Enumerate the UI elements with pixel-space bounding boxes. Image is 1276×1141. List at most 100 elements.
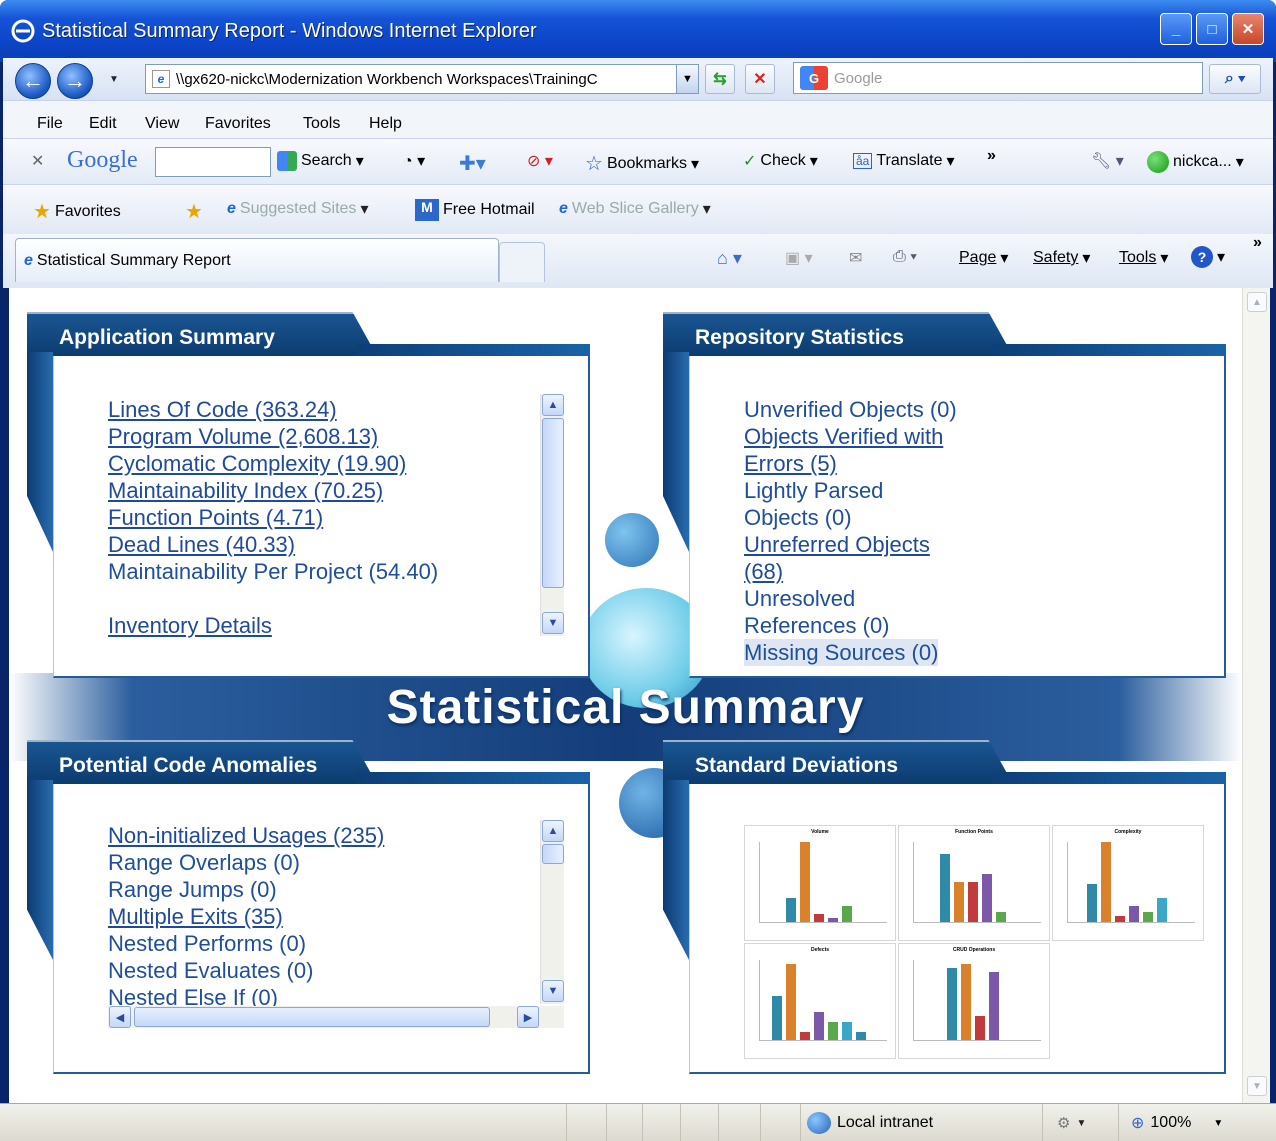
background-orb (605, 513, 659, 567)
menu-tools[interactable]: Tools (303, 115, 340, 133)
stop-button[interactable]: ✕ (745, 64, 775, 94)
favorites-button[interactable]: ★ Favorites (33, 199, 121, 224)
page-scroll-up-icon[interactable]: ▲ (1247, 292, 1267, 312)
maximize-button[interactable]: □ (1196, 13, 1228, 45)
tab-statistical-summary-report[interactable]: e Statistical Summary Report (15, 238, 499, 282)
menu-view[interactable]: View (145, 115, 179, 133)
scroll-down-icon[interactable]: ▼ (542, 612, 564, 634)
new-tab-button[interactable] (499, 242, 545, 282)
summary-item[interactable]: Program Volume (2,608.13) (108, 423, 438, 450)
repository-item[interactable]: (68) (744, 558, 1004, 585)
feeds-icon[interactable]: ▣ ▾ (785, 248, 813, 268)
user-account-button[interactable]: nickca... ▾ (1147, 151, 1244, 173)
horizontal-scrollbar[interactable]: ◀ ▶ (108, 1006, 564, 1028)
search-go-button[interactable]: ⌕ ▾ (1209, 64, 1261, 94)
application-summary-list: Lines Of Code (363.24) Program Volume (2,… (108, 396, 438, 639)
chart-axis (1067, 842, 1068, 922)
close-toolbar-icon[interactable]: ✕ (31, 151, 44, 171)
summary-item[interactable]: Maintainability Index (70.25) (108, 477, 438, 504)
application-summary-body: Lines Of Code (363.24) Program Volume (2,… (53, 356, 590, 678)
page-scroll-down-icon[interactable]: ▼ (1247, 1076, 1267, 1096)
suggested-sites-button[interactable]: e Suggested Sites ▾ (227, 199, 368, 219)
close-button[interactable]: ✕ (1232, 13, 1264, 45)
search-placeholder[interactable]: Google (834, 70, 882, 87)
google-search-button[interactable]: Search ▾ (277, 151, 364, 171)
google-search-input[interactable] (155, 147, 271, 177)
popup-blocker-icon[interactable]: ⊘ ▾ (527, 151, 553, 171)
back-button[interactable]: ← (15, 63, 51, 99)
zoom-icon: ⊕ (1131, 1115, 1145, 1132)
page-menu-label: Page (959, 249, 997, 266)
page-vertical-scrollbar[interactable]: ▲ ▼ (1242, 288, 1270, 1103)
home-icon[interactable]: ⌂ ▾ (717, 248, 742, 269)
repository-item[interactable]: Unreferred Objects (744, 531, 1004, 558)
scroll-up-icon[interactable]: ▲ (542, 394, 564, 416)
inventory-details-link[interactable]: Inventory Details (108, 612, 438, 639)
chart-bar (842, 1022, 852, 1040)
menu-file[interactable]: File (37, 115, 63, 133)
page-menu-button[interactable]: Page ▾ (959, 248, 1008, 268)
page-rank-icon[interactable]: ◔ ▾ (403, 151, 425, 171)
chart-axis (759, 960, 760, 1040)
refresh-button[interactable]: ⇆ (705, 64, 735, 94)
search-box[interactable]: G Google (793, 62, 1203, 94)
tools-menu-label: Tools (1119, 249, 1157, 266)
web-slice-gallery-button[interactable]: e Web Slice Gallery ▾ (559, 199, 711, 219)
menu-help[interactable]: Help (369, 115, 402, 133)
status-cell (718, 1104, 760, 1141)
standard-deviations-heading: Standard Deviations (663, 740, 1013, 784)
free-hotmail-link[interactable]: M Free Hotmail (415, 199, 535, 221)
anomaly-item[interactable]: Multiple Exits (35) (108, 903, 568, 930)
forward-button[interactable]: → (57, 63, 93, 99)
print-icon[interactable]: ⎙ ▾ (893, 248, 917, 266)
protected-mode-button[interactable]: ⚙ ▼ (1042, 1104, 1118, 1141)
summary-item[interactable]: Lines Of Code (363.24) (108, 396, 438, 423)
zoom-button[interactable]: ⊕ 100% ▼ (1118, 1104, 1248, 1141)
chart-bar (1143, 912, 1153, 922)
spellcheck-button[interactable]: ✓ Check ▾ (743, 151, 818, 171)
repository-statistics-heading: Repository Statistics (663, 312, 1013, 356)
anomaly-item[interactable]: Non-initialized Usages (235) (108, 822, 568, 849)
anomaly-item: Nested Evaluates (0) (108, 958, 314, 983)
toolbar-overflow-icon[interactable]: » (1253, 234, 1262, 252)
scroll-left-icon[interactable]: ◀ (109, 1006, 131, 1028)
status-cell (642, 1104, 680, 1141)
favorites-label: Favorites (54, 202, 121, 220)
security-zone[interactable]: Local intranet (800, 1104, 1042, 1141)
mini-chart: Complexity (1052, 825, 1204, 941)
address-bar[interactable]: e \\gx620-nickc\Modernization Workbench … (145, 64, 699, 94)
scroll-thumb[interactable] (542, 418, 564, 588)
mini-chart-title: Complexity (1114, 829, 1142, 835)
wrench-icon[interactable]: 🔧︎ ▾ (1091, 151, 1124, 171)
summary-item[interactable]: Dead Lines (40.33) (108, 531, 438, 558)
help-button[interactable]: ? ▾ (1191, 246, 1225, 268)
panel-side (663, 352, 689, 552)
horizontal-scroll-thumb[interactable] (134, 1007, 490, 1027)
scroll-up-icon[interactable]: ▲ (542, 820, 564, 842)
scroll-right-icon[interactable]: ▶ (517, 1006, 539, 1028)
recent-pages-dropdown-icon[interactable]: ▼ (109, 74, 119, 85)
vertical-scrollbar[interactable]: ▲ ▼ (540, 820, 564, 1004)
minimize-button[interactable]: _ (1160, 13, 1192, 45)
mail-icon[interactable]: ✉ (849, 248, 862, 268)
summary-item[interactable]: Function Points (4.71) (108, 504, 438, 531)
scroll-thumb[interactable] (542, 844, 564, 864)
safety-menu-button[interactable]: Safety ▾ (1033, 248, 1090, 268)
google-search-icon: G (800, 66, 828, 90)
menu-favorites[interactable]: Favorites (205, 115, 271, 133)
address-dropdown-icon[interactable]: ▼ (676, 65, 698, 93)
menu-edit[interactable]: Edit (89, 115, 117, 133)
repository-statistics-panel: Repository Statistics Unverified Objects… (663, 312, 1228, 686)
translate-button[interactable]: åa Translate ▾ (853, 151, 955, 171)
repository-item[interactable]: Objects Verified with (744, 423, 1004, 450)
more-chevron-icon[interactable]: » (987, 147, 996, 165)
add-to-favorites-icon[interactable]: ★ (185, 199, 203, 224)
summary-item[interactable]: Cyclomatic Complexity (19.90) (108, 450, 438, 477)
scroll-down-icon[interactable]: ▼ (542, 980, 564, 1002)
bookmarks-button[interactable]: ☆ Bookmarks ▾ (585, 151, 699, 176)
address-text[interactable]: \\gx620-nickc\Modernization Workbench Wo… (176, 71, 676, 88)
repository-item[interactable]: Errors (5) (744, 450, 1004, 477)
vertical-scrollbar[interactable]: ▲ ▼ (540, 394, 564, 636)
tools-menu-button[interactable]: Tools ▾ (1119, 248, 1168, 268)
add-button-icon[interactable]: ✚▾ (459, 151, 486, 176)
